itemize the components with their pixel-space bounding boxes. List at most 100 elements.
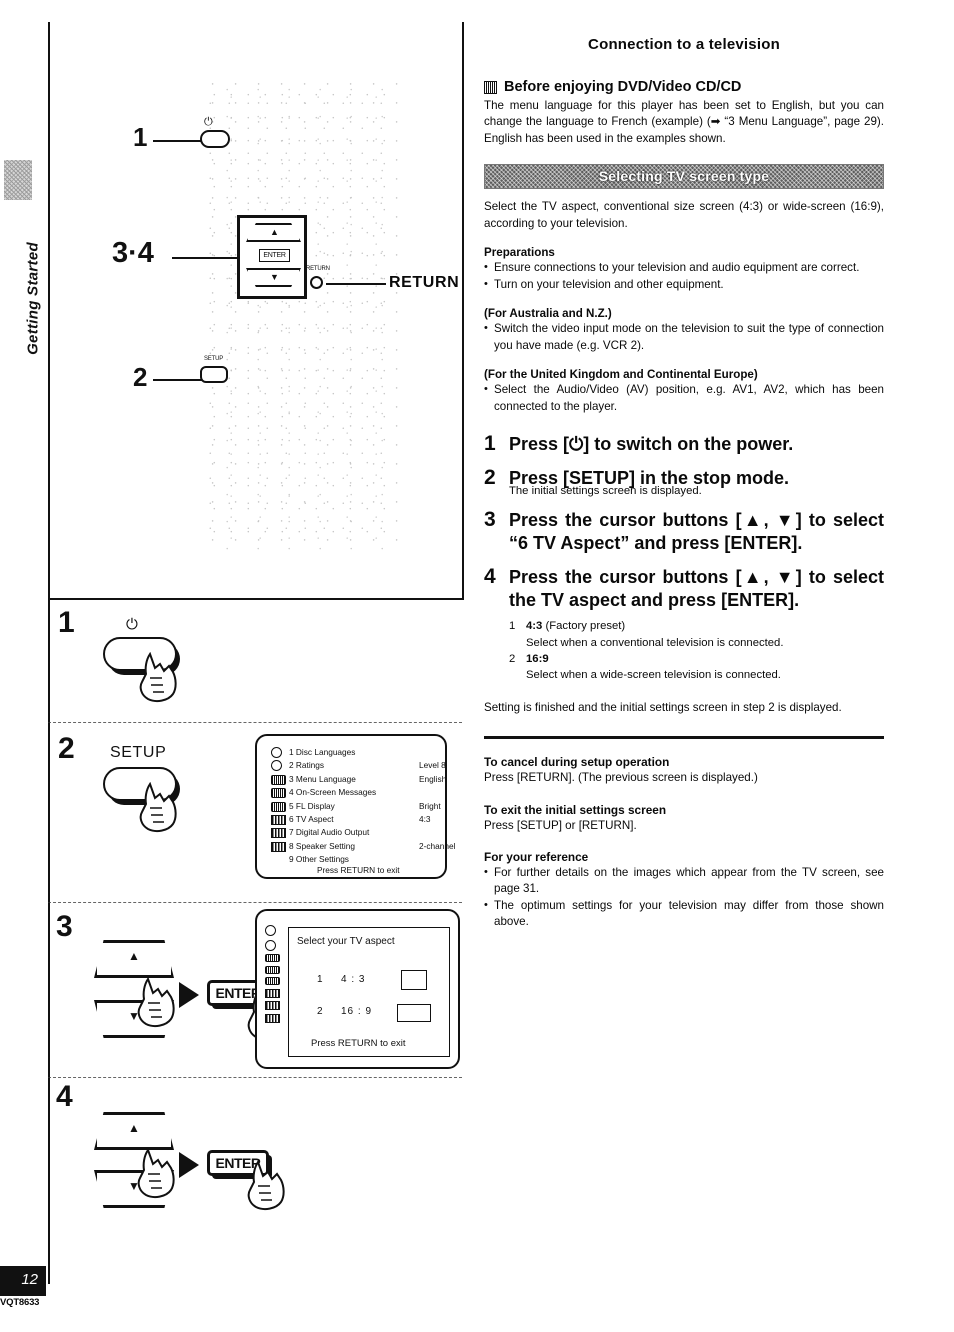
list-item: Turn on your television and other equipm… [484,277,884,293]
cursor-up-icon: ▲ [128,1121,140,1135]
menu-row-label: 9 Other Settings [289,854,349,865]
card-icon [271,801,286,812]
aspect-option-row: 2 16:9 [509,651,884,667]
step-number: 2 [484,466,496,490]
pointing-hand-icon [134,977,178,1029]
menu-row-label: 8 Speaker Setting [289,840,355,851]
step-text: Press the cursor buttons [▲, ▼] to selec… [509,567,884,611]
grid-icon [265,1013,280,1023]
leader-line-cursor [172,257,237,259]
uk-europe-list: Select the Audio/Video (AV) position, e.… [484,382,884,415]
document-code: VQT8633 [0,1297,40,1308]
icon-rail [265,925,281,1026]
pointing-hand-icon [136,782,180,834]
section-intro: Select the TV aspect, conventional size … [484,200,884,230]
preparations-heading: Preparations [484,246,555,260]
pointing-hand-icon [134,1148,178,1200]
menu-row-label: 4 On-Screen Messages [289,787,377,798]
callout-number-cursor: 3·4 [112,237,154,269]
menu-row-label: 1 Disc Languages [289,747,356,757]
cancel-heading: To cancel during setup operation [484,755,670,770]
flow-arrow-icon [179,1152,199,1178]
section-tab: Getting Started [0,160,42,460]
menu-row-label: 7 Digital Audio Output [289,827,370,838]
menu-row-label: 6 TV Aspect [289,813,334,824]
page-title: Connection to a television [588,36,780,53]
setup-button-shape [200,366,228,383]
menu-row: 8 Speaker Setting 2-channel [271,840,455,853]
step-divider-2 [48,902,462,903]
list-item: Switch the video input mode on the telev… [484,321,884,354]
aspect-option-note: (Factory preset) [545,620,626,633]
card-icon [271,774,286,785]
disc-icon [271,760,282,772]
cursor-up-icon: ▲ [270,227,279,237]
aspect-options-list: 1 4:3 (Factory preset) Select when a conv… [509,618,884,684]
tv-aspect-title: Select your TV aspect [297,936,395,947]
menu-row-value: Level 8 [419,760,446,771]
menu-row-label: 3 Menu Language [289,773,356,784]
menu-row: 6 TV Aspect 4:3 [271,813,437,826]
list-item: The optimum settings for your television… [484,898,884,931]
list-item: Ensure connections to your television an… [484,260,884,276]
section-tab-label: Getting Started [24,242,42,355]
step-text: Press the cursor buttons [▲, ▼] to selec… [509,510,884,554]
menu-row: 1 Disc Languages [271,746,437,759]
card-icon [265,977,280,985]
leader-line-return [326,283,386,285]
step-number-3: 3 [56,910,73,943]
step-number: 3 [484,508,496,532]
aspect-option-2-thumbnail [397,1004,431,1022]
disc-icon [265,939,276,951]
menu-row-label: 5 FL Display [289,800,335,811]
menu-row: 7 Digital Audio Output [271,826,437,839]
instruction-step-4: 4 Press the cursor buttons [▲, ▼] to sel… [484,566,884,612]
tv-aspect-footer: Press RETURN to exit [311,1038,406,1049]
setup-menu-footer: Press RETURN to exit [317,865,400,875]
aspect-option-2-label: 16 : 9 [341,1006,373,1017]
aspect-option-1-label: 4 : 3 [341,974,366,985]
instruction-step-3: 3 Press the cursor buttons [▲, ▼] to sel… [484,509,884,555]
grid-icon [271,814,286,825]
page-number-badge: 12 [0,1266,46,1296]
step-divider-1 [48,722,462,723]
cursor-pad-housing: ▲ ENTER ▼ [237,215,307,299]
tv-aspect-screen: Select your TV aspect 1 4 : 3 2 16 : 9 P… [255,909,460,1069]
callout-number-power: 1 [133,122,148,152]
flow-arrow-icon [179,982,199,1008]
cursor-up-icon: ▲ [128,949,140,963]
preparations-list: Ensure connections to your television an… [484,260,884,293]
cursor-down-icon: ▼ [270,272,279,282]
power-button-shape [200,130,230,148]
page-footer: 12 VQT8633 [0,1266,60,1308]
instruction-step-1: 1 Press [⏻] to switch on the power. [484,432,884,456]
return-button-shape [310,276,323,289]
card-icon [265,954,280,962]
menu-row-value: Bright [419,800,441,811]
section-banner: Selecting TV screen type [484,164,884,190]
menu-row: 5 FL Display Bright [271,800,441,813]
menu-row-label: 2 Ratings [289,760,325,771]
tab-swatch [4,160,32,200]
grid-icon [265,1001,280,1010]
step-divider-3 [48,1077,462,1078]
aspect-option-number: 2 [509,652,516,665]
step-number-1: 1 [58,606,75,639]
list-item: For further details on the images which … [484,865,884,898]
uk-europe-heading: (For the United Kingdom and Continental … [484,368,758,382]
grid-icon [271,828,286,839]
australia-nz-heading: (For Australia and N.Z.) [484,307,612,321]
exit-heading: To exit the initial settings screen [484,802,667,817]
step-number-2: 2 [58,732,75,765]
pointing-hand-icon [244,1160,288,1212]
reference-list: For further details on the images which … [484,865,884,931]
card-icon [271,788,286,799]
aspect-option-number: 1 [509,620,516,633]
instruction-steps: 1 Press [⏻] to switch on the power. 2 Pr… [484,432,884,716]
aspect-option-1-thumbnail [401,970,427,990]
section-banner-label: Selecting TV screen type [598,168,770,185]
step-number-4: 4 [56,1080,73,1113]
page-number: 12 [21,1271,38,1288]
exit-body: Press [SETUP] or [RETURN]. [484,818,637,832]
aspect-option-1-number: 1 [317,974,324,985]
